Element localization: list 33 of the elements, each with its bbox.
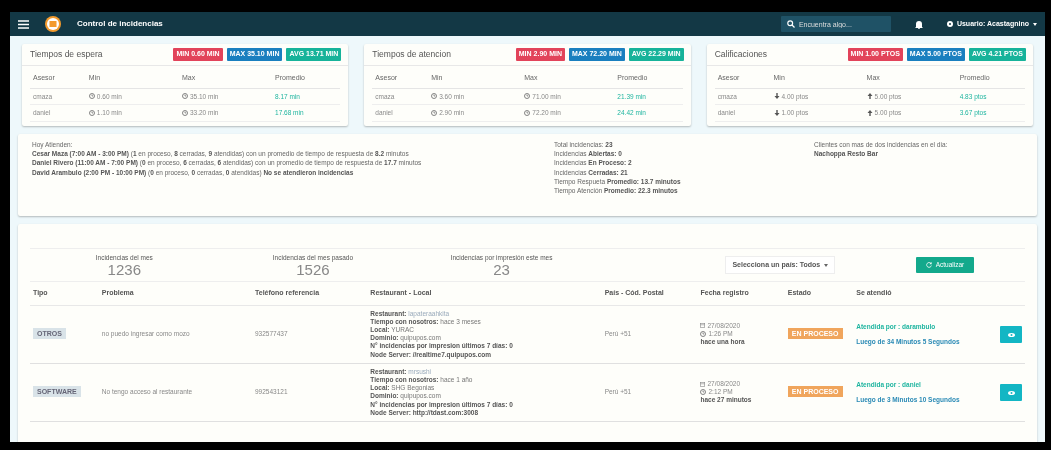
card-title: Tiempos de espera — [30, 48, 103, 61]
gear-icon — [946, 21, 953, 27]
counter-value: 1236 — [107, 262, 141, 278]
clock-icon — [700, 389, 707, 396]
calendar-icon — [700, 323, 706, 329]
clock-icon — [431, 109, 438, 116]
clock-icon — [524, 93, 531, 99]
search-icon — [786, 20, 795, 28]
refresh-icon — [925, 262, 932, 268]
clock-icon — [88, 93, 95, 99]
counter-value: 23 — [493, 262, 510, 278]
caret-icon — [824, 263, 829, 267]
bell-icon[interactable] — [914, 19, 923, 29]
clock-icon — [181, 93, 188, 99]
caret-icon — [1033, 22, 1037, 26]
logo-icon — [45, 16, 61, 32]
app-title: Control de incidencias — [77, 18, 163, 30]
card-title: Calificaciones — [714, 48, 768, 61]
clock-icon — [88, 109, 95, 116]
clock-icon — [181, 109, 188, 116]
arrow-down-icon — [773, 93, 780, 99]
clock-icon — [524, 109, 531, 116]
card-title: Tiempos de atencion — [372, 48, 451, 61]
arrow-down-icon — [773, 109, 780, 116]
arrow-up-icon — [866, 93, 873, 99]
eye-icon — [1007, 390, 1015, 395]
calendar-icon — [700, 381, 706, 387]
clock-icon — [700, 331, 707, 338]
arrow-up-icon — [866, 109, 873, 116]
menu-icon[interactable] — [18, 19, 29, 29]
eye-icon — [1007, 332, 1015, 337]
counter-value: 1526 — [296, 262, 330, 278]
clock-icon — [431, 93, 438, 99]
